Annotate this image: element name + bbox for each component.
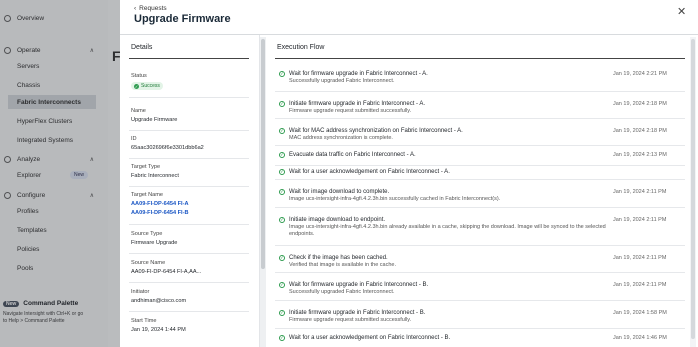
chevron-left-icon: ‹	[134, 5, 137, 12]
check-circle-icon: ✓	[279, 217, 285, 223]
check-circle-icon: ✓	[279, 189, 285, 195]
start-time-field: Start Time Jan 19, 2024 1:44 PM	[131, 318, 186, 333]
check-circle-icon: ✓	[279, 169, 285, 175]
execution-flow-list: ✓ Wait for firmware upgrade in Fabric Int…	[275, 62, 685, 347]
flow-item: ✓ Wait for firmware upgrade in Fabric Int…	[279, 71, 667, 84]
initiator-field: Initiator andhiman@cisco.com	[131, 289, 187, 304]
target-link-fi-a[interactable]: AA09-FI-DP-6454 FI-A	[131, 201, 249, 207]
check-circle-icon: ✓	[134, 83, 139, 89]
check-circle-icon: ✓	[279, 335, 285, 341]
name-field: Name Upgrade Firmware	[131, 108, 178, 123]
request-details-drawer: ‹ Requests Upgrade Firmware ✕ Details Sta…	[120, 0, 698, 347]
target-type-field: Target Type Fabric Interconnect	[131, 164, 179, 179]
details-heading: Details	[131, 44, 153, 51]
check-circle-icon: ✓	[279, 128, 285, 134]
check-circle-icon: ✓	[279, 101, 285, 107]
close-icon[interactable]: ✕	[677, 5, 686, 18]
source-name-field: Source Name AA09-FI-DP-6454 FI-A,AA...	[131, 260, 202, 275]
execution-flow-panel: Execution Flow ✓ Wait for firmware upgrad…	[268, 35, 688, 347]
flow-item: ✓ Wait for a user acknowledgement on Fabr…	[275, 165, 685, 179]
check-circle-icon: ✓	[279, 152, 285, 158]
source-type-field: Source Type Firmware Upgrade	[131, 231, 178, 246]
target-name-field: Target Name AA09-FI-DP-6454 FI-A AA09-FI…	[131, 192, 249, 216]
drawer-title: Upgrade Firmware	[134, 13, 231, 25]
drawer-header: ‹ Requests Upgrade Firmware ✕	[120, 0, 698, 36]
id-field: ID 65aac302696f6e3301dbb6a2	[131, 136, 204, 151]
flow-item: ✓ Wait for a user acknowledgement on Fabr…	[275, 328, 685, 347]
details-panel: Details Status ✓ Success Name Upgrade Fir…	[120, 35, 260, 347]
execution-flow-heading: Execution Flow	[277, 44, 325, 51]
details-heading-underline	[129, 58, 249, 59]
check-circle-icon: ✓	[279, 71, 285, 77]
flow-item: ✓ Initiate image download to endpoint. Ima…	[275, 207, 685, 245]
check-circle-icon: ✓	[279, 310, 285, 316]
flow-item: ✓ Evacuate data traffic on Fabric Interco…	[275, 145, 685, 165]
flow-item: ✓ Initiate firmware upgrade in Fabric Int…	[275, 91, 685, 118]
check-circle-icon: ✓	[279, 282, 285, 288]
back-to-requests-link[interactable]: ‹ Requests	[134, 5, 167, 12]
status-badge: ✓ Success	[131, 82, 163, 90]
flow-item: ✓ Check if the image has been cached. Veri…	[275, 245, 685, 272]
flow-item: ✓ Wait for image download to complete. Ima…	[275, 179, 685, 207]
flow-item: ✓ Wait for firmware upgrade in Fabric Int…	[275, 272, 685, 300]
status-field: Status ✓ Success	[131, 73, 249, 90]
flow-item: ✓ Wait for MAC address synchronization on…	[275, 118, 685, 145]
execution-flow-scrollbar[interactable]	[690, 37, 696, 347]
check-circle-icon: ✓	[279, 255, 285, 261]
execution-flow-heading-underline	[275, 58, 685, 59]
flow-item: ✓ Initiate firmware upgrade in Fabric Int…	[275, 300, 685, 328]
target-link-fi-b[interactable]: AA09-FI-DP-6454 FI-B	[131, 210, 249, 216]
details-scrollbar[interactable]	[260, 37, 266, 347]
